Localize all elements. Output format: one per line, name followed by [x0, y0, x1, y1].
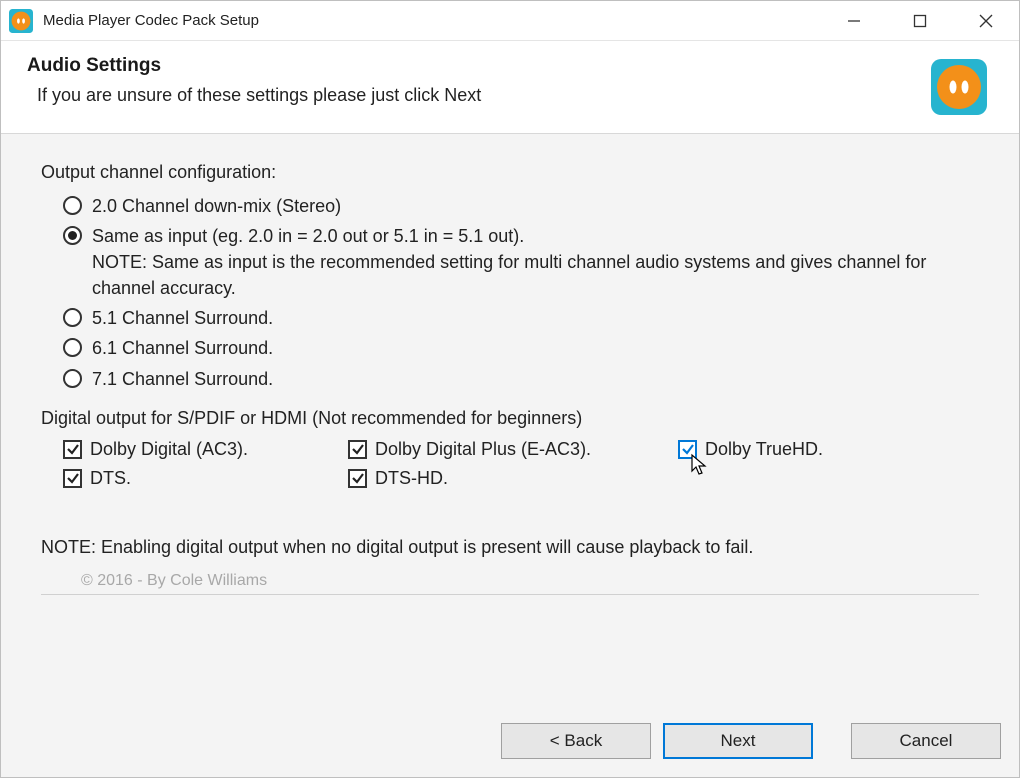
checkbox-dolby-truehd[interactable]: Dolby TrueHD. — [678, 439, 979, 460]
radio-option-7-1[interactable]: 7.1 Channel Surround. — [63, 366, 979, 392]
radio-label: 6.1 Channel Surround. — [92, 335, 273, 361]
page-subheading: If you are unsure of these settings plea… — [37, 85, 931, 106]
checkbox-icon — [63, 469, 82, 488]
wizard-header: Audio Settings If you are unsure of thes… — [1, 41, 1019, 133]
wizard-body: Output channel configuration: 2.0 Channe… — [1, 133, 1019, 711]
next-button[interactable]: Next — [663, 723, 813, 759]
output-radio-group: 2.0 Channel down-mix (Stereo) Same as in… — [63, 193, 979, 392]
digital-output-section: Digital output for S/PDIF or HDMI (Not r… — [41, 408, 979, 489]
checkbox-dolby-digital[interactable]: Dolby Digital (AC3). — [63, 439, 348, 460]
radio-icon — [63, 196, 82, 215]
product-logo-icon — [931, 59, 987, 115]
checkbox-icon — [678, 440, 697, 459]
radio-icon — [63, 308, 82, 327]
checkbox-label: DTS-HD. — [375, 468, 448, 489]
window-controls — [821, 1, 1019, 40]
cancel-button[interactable]: Cancel — [851, 723, 1001, 759]
radio-option-5-1[interactable]: 5.1 Channel Surround. — [63, 305, 979, 331]
maximize-button[interactable] — [887, 1, 953, 40]
radio-option-2-0[interactable]: 2.0 Channel down-mix (Stereo) — [63, 193, 979, 219]
wizard-footer: < Back Next Cancel — [1, 711, 1019, 777]
checkbox-dts[interactable]: DTS. — [63, 468, 348, 489]
digital-checkbox-grid: Dolby Digital (AC3). Dolby Digital Plus … — [63, 439, 979, 489]
setup-wizard-window: Media Player Codec Pack Setup Audio Sett… — [0, 0, 1020, 778]
checkbox-icon — [63, 440, 82, 459]
checkbox-label: Dolby Digital Plus (E-AC3). — [375, 439, 591, 460]
radio-icon — [63, 369, 82, 388]
checkbox-dts-hd[interactable]: DTS-HD. — [348, 468, 678, 489]
radio-option-6-1[interactable]: 6.1 Channel Surround. — [63, 335, 979, 361]
radio-option-same-as-input[interactable]: Same as input (eg. 2.0 in = 2.0 out or 5… — [63, 223, 979, 301]
radio-label: 2.0 Channel down-mix (Stereo) — [92, 193, 341, 219]
checkbox-dolby-digital-plus[interactable]: Dolby Digital Plus (E-AC3). — [348, 439, 678, 460]
radio-icon — [63, 226, 82, 245]
divider — [41, 594, 979, 595]
radio-label: 7.1 Channel Surround. — [92, 366, 273, 392]
minimize-button[interactable] — [821, 1, 887, 40]
radio-label: Same as input (eg. 2.0 in = 2.0 out or 5… — [92, 223, 979, 301]
radio-label: 5.1 Channel Surround. — [92, 305, 273, 331]
playback-warning-note: NOTE: Enabling digital output when no di… — [41, 537, 979, 558]
checkbox-icon — [348, 469, 367, 488]
minimize-icon — [847, 14, 861, 28]
page-heading: Audio Settings — [27, 55, 931, 77]
output-config-label: Output channel configuration: — [41, 162, 979, 183]
checkbox-label: Dolby TrueHD. — [705, 439, 823, 460]
checkbox-icon — [348, 440, 367, 459]
checkbox-label: DTS. — [90, 468, 131, 489]
window-title: Media Player Codec Pack Setup — [43, 12, 259, 29]
app-icon — [9, 9, 33, 33]
maximize-icon — [913, 14, 927, 28]
titlebar: Media Player Codec Pack Setup — [1, 1, 1019, 41]
close-button[interactable] — [953, 1, 1019, 40]
back-button[interactable]: < Back — [501, 723, 651, 759]
copyright-text: © 2016 - By Cole Williams — [81, 572, 979, 590]
radio-icon — [63, 338, 82, 357]
close-icon — [979, 14, 993, 28]
digital-output-label: Digital output for S/PDIF or HDMI (Not r… — [41, 408, 979, 429]
checkbox-label: Dolby Digital (AC3). — [90, 439, 248, 460]
